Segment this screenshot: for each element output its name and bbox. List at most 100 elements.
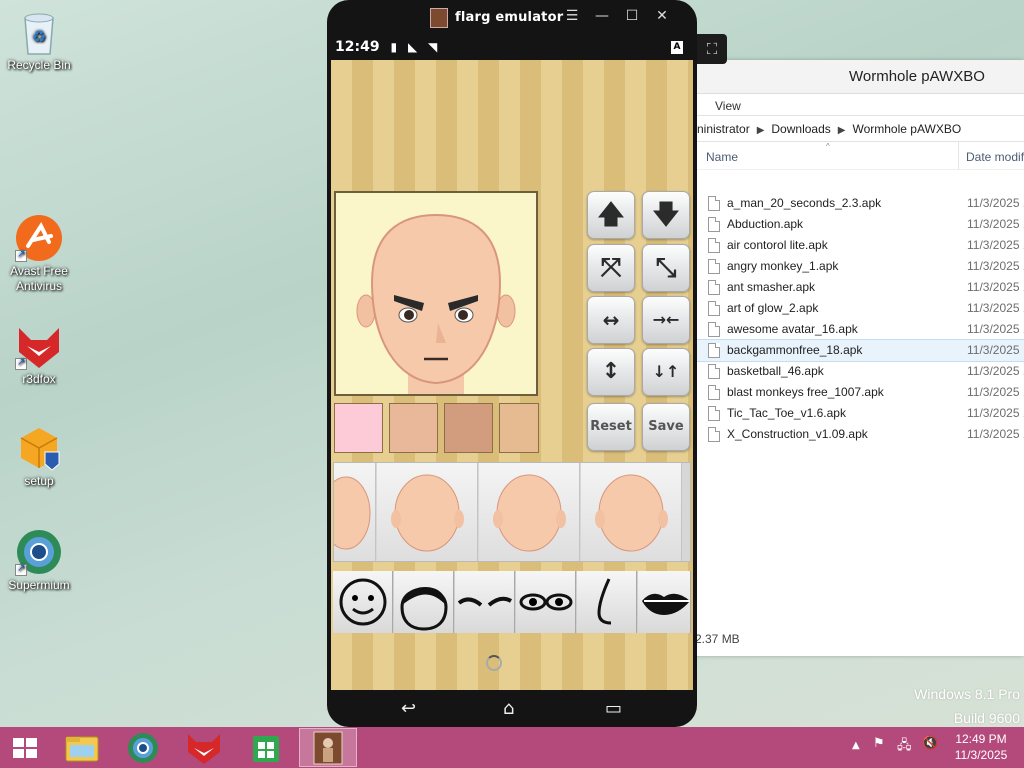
- desktop-icon-setup[interactable]: setup: [1, 424, 77, 489]
- file-row[interactable]: basketball_46.apk 11/3/2025 1: [695, 361, 1024, 382]
- file-row[interactable]: a_man_20_seconds_2.3.apk 11/3/2025 1: [695, 193, 1024, 214]
- file-icon: [708, 427, 720, 442]
- head-shape-option[interactable]: [331, 463, 376, 561]
- column-divider[interactable]: [958, 142, 959, 170]
- menu-icon[interactable]: ☰: [563, 8, 581, 24]
- reset-button[interactable]: Reset: [587, 403, 635, 451]
- taskbar-file-explorer[interactable]: [53, 728, 111, 767]
- feature-tab-face[interactable]: [333, 571, 393, 633]
- file-row[interactable]: ant smasher.apk 11/3/2025 1: [695, 277, 1024, 298]
- desktop-icon-label: setup: [24, 474, 54, 488]
- save-button[interactable]: Save: [642, 403, 690, 451]
- head-shape-picker: [331, 462, 691, 562]
- file-name: X_Construction_v1.09.apk: [727, 427, 868, 441]
- ribbon-tab-view[interactable]: View: [715, 99, 741, 113]
- file-row[interactable]: X_Construction_v1.09.apk 11/3/2025 1: [695, 424, 1024, 445]
- shortcut-arrow-icon: [15, 247, 27, 262]
- folder-icon: [65, 736, 99, 762]
- network-icon[interactable]: 🖧: [897, 736, 912, 758]
- breadcrumb-item[interactable]: Wormhole pAWXBO: [852, 122, 961, 136]
- arrow-down-icon: 🡇: [652, 200, 680, 230]
- address-bar[interactable]: ninistrator ▶ Downloads ▶ Wormhole pAWXBO: [695, 116, 1024, 142]
- maximize-button[interactable]: ☐: [623, 8, 641, 24]
- minimize-button[interactable]: —: [593, 8, 611, 24]
- shrink-button[interactable]: ⤡: [642, 244, 690, 292]
- column-header-name[interactable]: Name: [706, 150, 738, 164]
- loading-spinner-icon: [486, 655, 502, 671]
- file-icon: [708, 217, 720, 232]
- file-row[interactable]: art of glow_2.apk 11/3/2025 1: [695, 298, 1024, 319]
- file-row[interactable]: awesome avatar_16.apk 11/3/2025 1: [695, 319, 1024, 340]
- file-row[interactable]: Tic_Tac_Toe_v1.6.apk 11/3/2025 1: [695, 403, 1024, 424]
- avatar-app-screen: 🡅 🡇 ⤧ ⤡ ↔ →← ↕ ↓↑ Reset Save: [331, 60, 693, 690]
- move-down-button[interactable]: 🡇: [642, 191, 690, 239]
- desktop-icon-r3dfox[interactable]: r3dfox: [1, 322, 77, 387]
- wifi-icon: ◥: [428, 40, 438, 54]
- desktop-icon-recycle-bin[interactable]: ♻ Recycle Bin: [1, 8, 77, 73]
- head-shape-option[interactable]: [479, 463, 580, 561]
- taller-button[interactable]: ↕: [587, 348, 635, 396]
- breadcrumb-item[interactable]: ninistrator: [697, 122, 750, 136]
- taskbar-supermium[interactable]: [114, 728, 172, 767]
- volume-muted-icon[interactable]: 🔇: [922, 736, 938, 751]
- desktop-icon-label: r3dfox: [22, 372, 56, 386]
- head-shape-option[interactable]: [377, 463, 478, 561]
- back-button[interactable]: ↩: [401, 698, 416, 719]
- desktop-icon-label: Avast Free Antivirus: [10, 264, 68, 293]
- enlarge-button[interactable]: ⤧: [587, 244, 635, 292]
- shorter-button[interactable]: ↓↑: [642, 348, 690, 396]
- start-button[interactable]: [13, 738, 37, 758]
- home-button[interactable]: ⌂: [503, 698, 514, 719]
- avatar-face-drawing: [356, 213, 516, 394]
- setup-icon: [15, 424, 63, 472]
- file-row[interactable]: blast monkeys free_1007.apk 11/3/2025 1: [695, 382, 1024, 403]
- skin-color-swatch[interactable]: [334, 403, 383, 453]
- r3dfox-icon: [188, 734, 220, 764]
- file-name: Abduction.apk: [727, 217, 804, 231]
- taskbar-clock[interactable]: 12:49 PM 11/3/2025: [946, 731, 1016, 763]
- status-selection-size: 2.37 MB: [695, 632, 740, 646]
- windows-build-watermark: Build 9600: [953, 710, 1020, 726]
- close-button[interactable]: ✕: [653, 8, 671, 24]
- feature-tab-eyebrows[interactable]: [455, 571, 515, 633]
- file-row[interactable]: Abduction.apk 11/3/2025 1: [695, 214, 1024, 235]
- mouth-icon: [642, 593, 690, 615]
- desktop-icon-supermium[interactable]: Supermium: [1, 528, 77, 593]
- signal-icon: ◣: [407, 40, 418, 54]
- arrows-horizontal-in-icon: →←: [652, 310, 680, 329]
- skin-color-swatch[interactable]: [499, 403, 539, 453]
- move-up-button[interactable]: 🡅: [587, 191, 635, 239]
- file-row[interactable]: angry monkey_1.apk 11/3/2025 1: [695, 256, 1024, 277]
- column-header-date[interactable]: Date modif: [966, 150, 1024, 164]
- file-name: backgammonfree_18.apk: [727, 343, 863, 357]
- file-name: art of glow_2.apk: [727, 301, 819, 315]
- feature-tab-hair[interactable]: [394, 571, 454, 633]
- windows-edition-watermark: Windows 8.1 Pro: [914, 686, 1020, 702]
- taskbar-r3dfox[interactable]: [175, 728, 233, 767]
- file-row[interactable]: air contorol lite.apk 11/3/2025 1: [695, 235, 1024, 256]
- feature-tab-nose[interactable]: [577, 571, 637, 633]
- skin-color-swatch[interactable]: [389, 403, 438, 453]
- show-hidden-icons-chevron-icon[interactable]: ▲: [852, 740, 860, 751]
- file-icon: [708, 238, 720, 253]
- feature-tab-eyes[interactable]: [516, 571, 576, 633]
- feature-tab-mouth[interactable]: [638, 571, 691, 633]
- taskbar-store[interactable]: [237, 728, 295, 767]
- desktop-icon-avast[interactable]: Avast Free Antivirus: [1, 214, 77, 294]
- desktop-icon-label: Supermium: [8, 578, 70, 592]
- fullscreen-toggle[interactable]: ⛶: [697, 34, 727, 64]
- file-row[interactable]: backgammonfree_18.apk 11/3/2025: [694, 339, 1024, 362]
- head-shape-option[interactable]: [581, 463, 682, 561]
- file-icon: [708, 322, 720, 337]
- file-name: angry monkey_1.apk: [727, 259, 839, 273]
- emulator-titlebar[interactable]: flarg emulator ☰ — ☐ ✕: [327, 0, 697, 36]
- widen-button[interactable]: ↔: [587, 296, 635, 344]
- breadcrumb-item[interactable]: Downloads: [771, 122, 830, 136]
- taskbar-flarg-emulator[interactable]: [299, 728, 357, 767]
- svg-text:♻: ♻: [32, 29, 46, 46]
- recent-apps-button[interactable]: ▭: [605, 698, 622, 719]
- narrow-button[interactable]: →←: [642, 296, 690, 344]
- skin-color-swatch[interactable]: [444, 403, 493, 453]
- action-center-flag-icon[interactable]: ⚑: [873, 736, 885, 751]
- file-date: 11/3/2025 1: [967, 280, 1024, 294]
